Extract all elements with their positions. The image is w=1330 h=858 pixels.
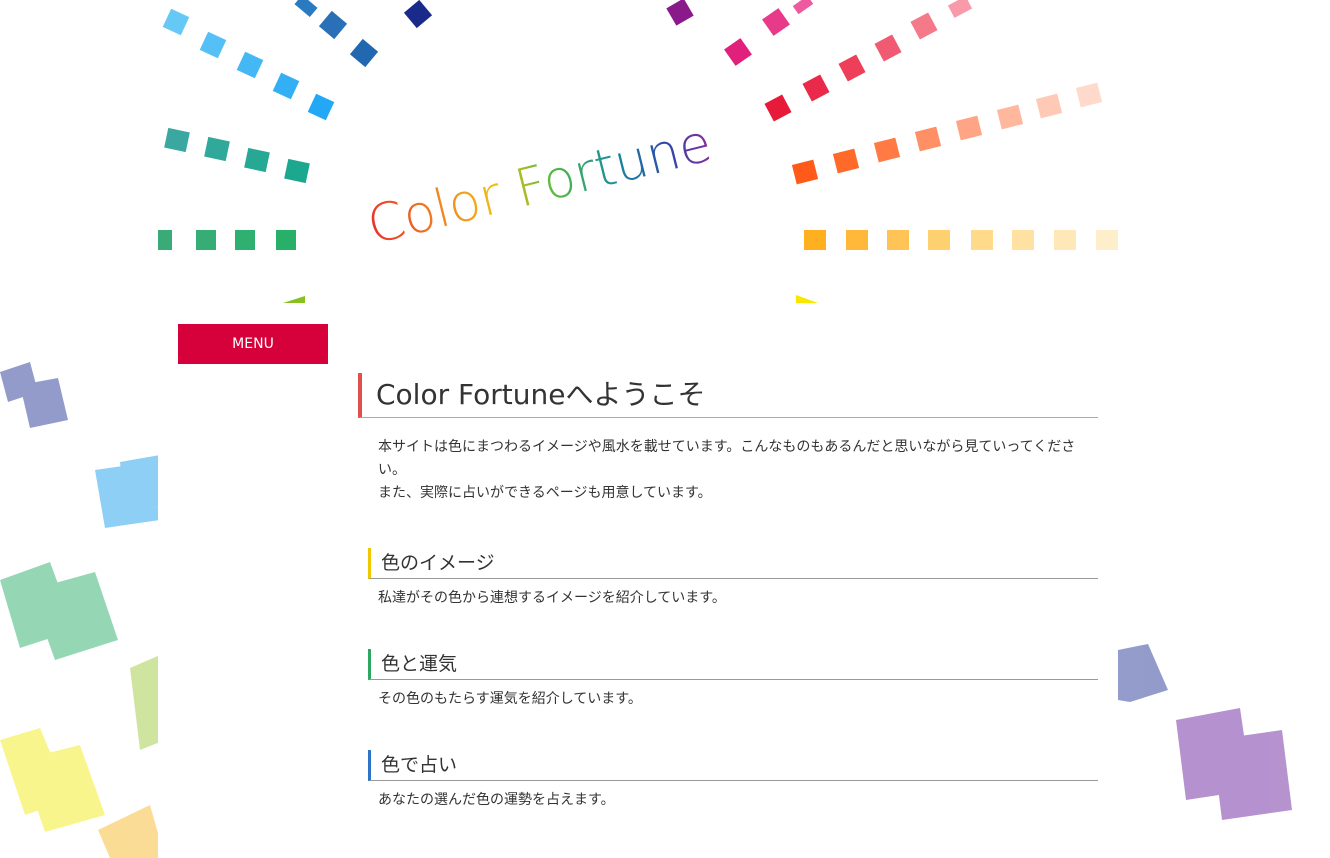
right-cubes [1118,644,1292,820]
intro-line: 本サイトは色にまつわるイメージや風水を載せています。こんなものもあるんだと思いな… [378,439,1076,478]
section-text: あなたの選んだ色の運勢を占えます。 [378,792,615,808]
section-heading-color-image[interactable]: 色のイメージ [368,548,1098,579]
section-color-image: 色のイメージ 私達がその色から連想するイメージを紹介しています。 [368,548,1098,609]
section-heading-color-luck[interactable]: 色と運気 [368,649,1098,680]
main-content: Color Fortuneへようこそ 本サイトは色にまつわるイメージや風水を載せ… [358,373,1098,811]
section-color-luck: 色と運気 その色のもたらす運気を紹介しています。 [368,649,1098,710]
section-text: その色のもたらす運気を紹介しています。 [378,691,642,707]
section-text: 私達がその色から連想するイメージを紹介しています。 [378,590,726,606]
page-title: Color Fortuneへようこそ [358,373,1098,418]
section-link-color-image[interactable]: 色のイメージ [381,552,495,574]
header-banner: Color Fortune [158,0,1118,303]
intro-text: 本サイトは色にまつわるイメージや風水を載せています。こんなものもあるんだと思いな… [378,436,1098,505]
menu-button[interactable]: MENU [178,324,328,364]
section-color-fortune: 色で占い あなたの選んだ色の運勢を占えます。 [368,750,1098,811]
intro-line: また、実際に占いができるページも用意しています。 [378,485,712,501]
section-link-color-luck[interactable]: 色と運気 [381,653,457,675]
section-link-color-fortune[interactable]: 色で占い [381,754,457,776]
site-logo[interactable]: Color Fortune [362,113,718,256]
left-cubes [0,362,165,858]
section-heading-color-fortune[interactable]: 色で占い [368,750,1098,781]
